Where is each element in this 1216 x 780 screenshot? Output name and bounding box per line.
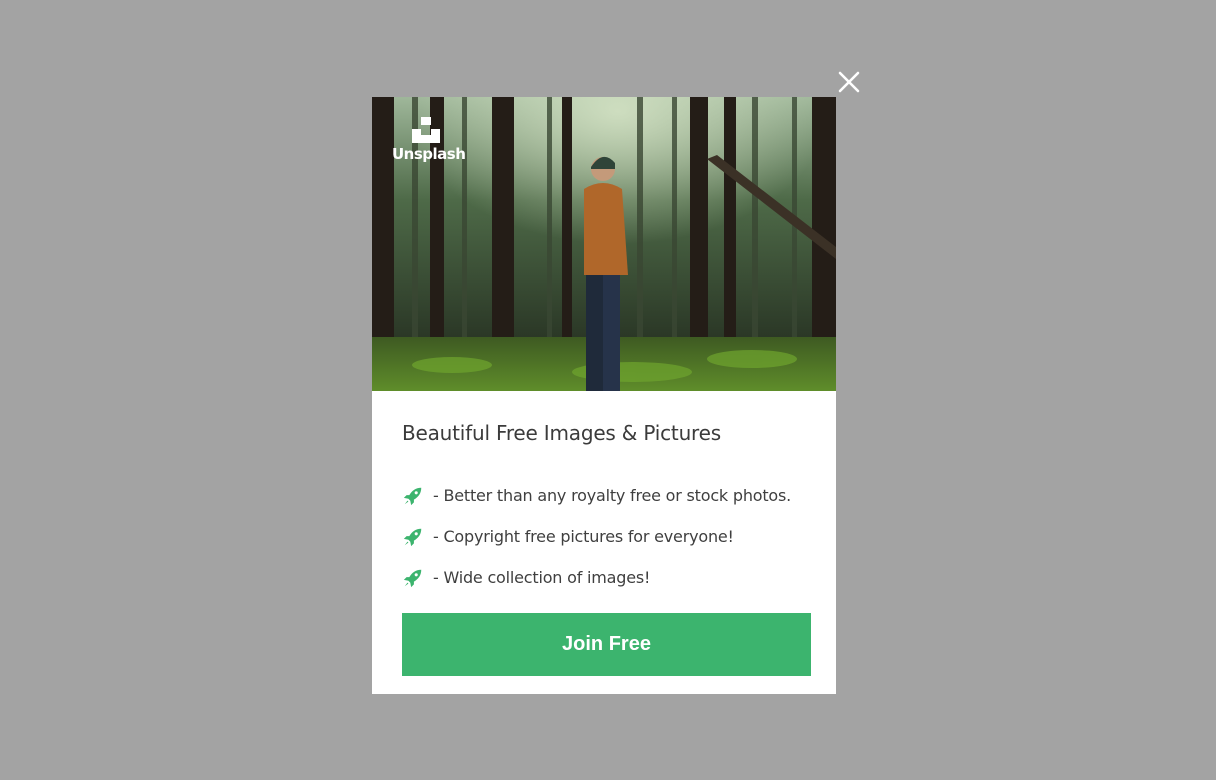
signup-modal: Unsplash Beautiful Free Images & Picture… [372,97,836,694]
unsplash-logo-icon [412,117,440,143]
hero-image: Unsplash [372,97,836,391]
modal-content: Beautiful Free Images & Pictures - Bette… [402,421,812,587]
feature-text: - Wide collection of images! [433,568,651,587]
rocket-icon [403,487,422,505]
join-free-button[interactable]: Join Free [402,613,811,676]
close-button[interactable] [834,67,864,97]
modal-title: Beautiful Free Images & Pictures [402,421,721,445]
feature-item: - Copyright free pictures for everyone! [402,516,791,557]
feature-item: - Better than any royalty free or stock … [402,475,791,516]
unsplash-logo[interactable]: Unsplash [392,117,466,165]
feature-list: - Better than any royalty free or stock … [402,475,791,598]
feature-text: - Copyright free pictures for everyone! [433,527,734,546]
feature-text: - Better than any royalty free or stock … [433,486,792,505]
rocket-icon [403,528,422,546]
logo-text: Unsplash [392,145,466,163]
feature-item: - Wide collection of images! [402,557,791,598]
rocket-icon [403,569,422,587]
close-icon [838,71,860,93]
